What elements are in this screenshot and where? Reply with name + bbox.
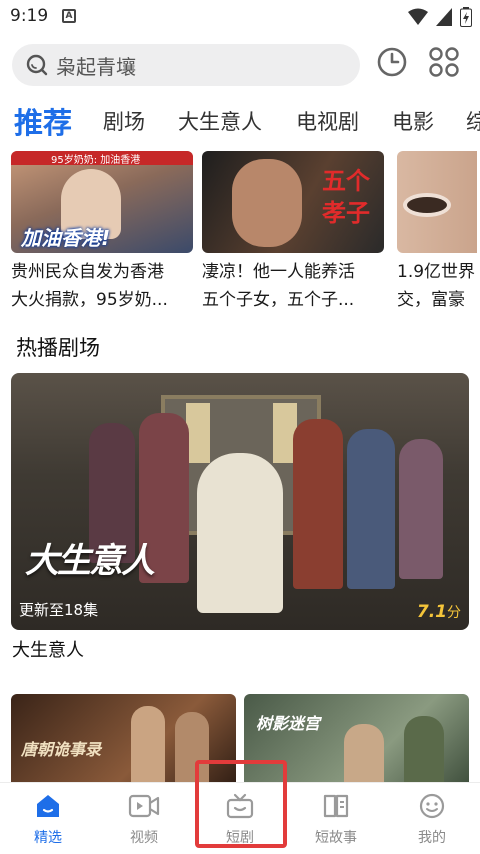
book-icon: [323, 794, 349, 818]
caption-line: 交，富豪: [397, 290, 465, 310]
nav-video[interactable]: 视频: [104, 793, 184, 847]
video-thumbnail-1[interactable]: 95岁奶奶: 加油香港 加油香港!: [11, 151, 193, 253]
nav-label: 视频: [130, 830, 158, 846]
signal-icon: [436, 8, 452, 26]
cast-figure: [399, 439, 443, 579]
tab-da-sheng-yi-ren[interactable]: 大生意人: [178, 106, 262, 136]
search-placeholder: 枭起青壤: [56, 54, 136, 79]
featured-banner[interactable]: 大生意人 更新至18集 7.1分: [11, 373, 469, 630]
history-icon[interactable]: [376, 46, 408, 78]
rating-score: 7.1分: [416, 602, 461, 622]
nav-featured[interactable]: 精选: [8, 793, 88, 847]
nav-label: 短故事: [315, 830, 357, 846]
smile-icon: [419, 793, 445, 819]
nav-label: 精选: [34, 830, 62, 846]
category-tabs: 推荐 剧场 大生意人 电视剧 电影 综: [0, 98, 480, 148]
home-icon: [37, 795, 59, 817]
thumbnail-overlay-text: 五个孝子: [322, 167, 370, 227]
nav-label: 我的: [418, 830, 446, 846]
video-thumbnail-3[interactable]: [397, 151, 477, 253]
caption-line: 五个子女，五个子...: [202, 290, 355, 310]
caption-line: 1.9亿世界: [397, 262, 476, 282]
thumbnail-caption-3[interactable]: 1.9亿世界 交，富豪: [397, 258, 480, 314]
caption-line: 贵州民众自发为香港: [11, 262, 164, 282]
card-title-art: 唐朝诡事录: [21, 740, 102, 759]
person-figure: [232, 159, 302, 247]
search-input[interactable]: 枭起青壤: [12, 44, 360, 86]
tab-variety[interactable]: 综: [466, 106, 480, 136]
tab-tv-series[interactable]: 电视剧: [296, 106, 359, 136]
scroll-panel: [186, 403, 210, 463]
apps-grid-icon[interactable]: [428, 46, 460, 78]
thumbnail-caption-2[interactable]: 凄凉！他一人能养活 五个子女，五个子...: [202, 258, 384, 314]
thumbnail-caption-1[interactable]: 贵州民众自发为香港 大火捐款，95岁奶...: [11, 258, 193, 314]
search-icon: [26, 54, 48, 76]
status-icons: [408, 7, 472, 27]
nav-short-story[interactable]: 短故事: [296, 793, 376, 847]
notification-icon: A: [62, 9, 76, 23]
cast-figure: [293, 419, 343, 589]
banner-title-art: 大生意人: [25, 541, 155, 581]
episode-count: 更新至18集: [19, 601, 99, 619]
eye-figure: [403, 193, 451, 217]
status-time: 9:19: [10, 6, 49, 26]
battery-icon: [460, 7, 472, 27]
caption-line: 凄凉！他一人能养活: [202, 262, 355, 282]
card-title-art: 树影迷宫: [256, 714, 321, 733]
cast-figure-center: [197, 453, 283, 613]
banner-caption[interactable]: 大生意人: [12, 636, 84, 662]
tab-recommend[interactable]: 推荐: [14, 100, 72, 142]
thumbnail-overlay-text: 加油香港!: [21, 226, 111, 250]
cast-figure: [347, 429, 395, 589]
thumbnail-top-banner: 95岁奶奶: 加油香港: [11, 151, 193, 165]
wifi-icon: [408, 8, 428, 25]
video-thumbnail-2[interactable]: 五个孝子: [202, 151, 384, 253]
nav-profile[interactable]: 我的: [392, 793, 472, 847]
tab-movies[interactable]: 电影: [392, 106, 434, 136]
video-icon: [128, 794, 160, 818]
cast-figure: [131, 706, 165, 794]
highlight-annotation-box: [195, 760, 287, 848]
caption-line: 大火捐款，95岁奶...: [11, 290, 168, 310]
section-title: 热播剧场: [16, 336, 100, 360]
status-bar: 9:19 A: [0, 0, 480, 34]
tab-theater[interactable]: 剧场: [103, 106, 145, 136]
